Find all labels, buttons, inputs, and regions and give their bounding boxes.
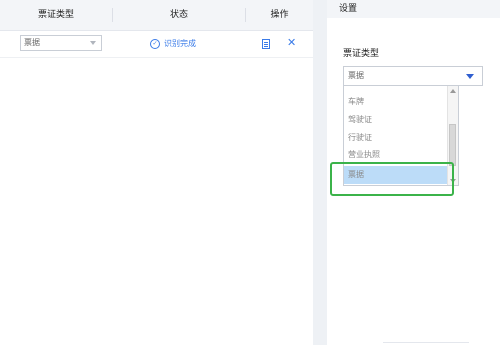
check-circle-icon: ✓ — [150, 38, 160, 49]
ticket-type-select[interactable]: 票据 — [343, 66, 483, 86]
column-header-status: 状态 — [169, 10, 188, 20]
panel-title: 设置 — [327, 0, 500, 18]
table-header: 票证类型 状态 操作 — [0, 0, 313, 31]
ticket-type-value: 票据 — [348, 71, 364, 80]
scroll-down-icon[interactable] — [450, 179, 456, 183]
row-type-value: 票据 — [24, 38, 40, 47]
dropdown-option-selected[interactable]: 票据 — [344, 166, 450, 184]
document-icon[interactable] — [262, 39, 270, 49]
dropdown-option[interactable]: 行驶证 — [344, 129, 450, 147]
close-icon[interactable]: ✕ — [287, 37, 296, 49]
dropdown-option[interactable]: 驾驶证 — [344, 111, 450, 129]
row-type-select[interactable]: 票据 — [20, 35, 102, 51]
scrollbar-thumb[interactable] — [449, 124, 456, 166]
scroll-up-icon[interactable] — [450, 89, 456, 93]
row-status: ✓ 识别完成 — [150, 36, 196, 52]
chevron-down-icon — [466, 74, 474, 79]
column-header-type: 票证类型 — [37, 10, 74, 20]
ticket-type-label: 票证类型 — [343, 49, 380, 59]
panel-divider — [313, 0, 327, 345]
chevron-down-icon — [90, 41, 96, 45]
dropdown-option[interactable]: 车牌 — [344, 93, 450, 111]
bottom-divider — [383, 342, 469, 343]
table-row: 票据 ✓ 识别完成 ✕ — [0, 31, 313, 58]
dropdown-option[interactable]: 营业执照 — [344, 147, 450, 161]
results-table: 票证类型 状态 操作 票据 ✓ 识别完成 ✕ — [0, 0, 313, 345]
dropdown-scrollbar[interactable] — [447, 86, 458, 185]
column-header-actions: 操作 — [270, 10, 289, 20]
row-status-text: 识别完成 — [164, 39, 196, 48]
ticket-type-dropdown: 车牌 驾驶证 行驶证 营业执照 票据 — [343, 86, 459, 186]
